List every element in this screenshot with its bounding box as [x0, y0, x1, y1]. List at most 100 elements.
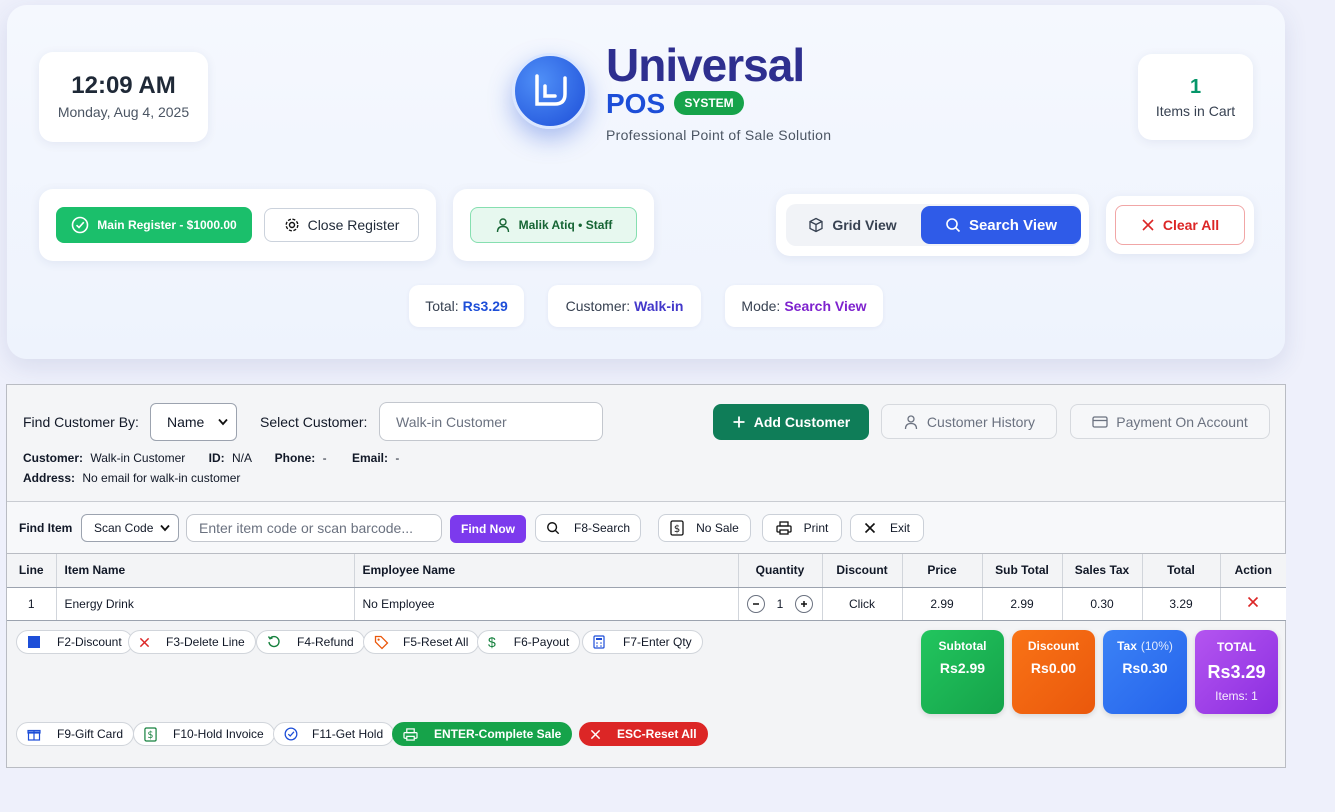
dollar-icon: $	[144, 726, 157, 742]
find-item-section: Find Item Scan Code Enter item code or s…	[7, 502, 1285, 554]
complete-sale-button[interactable]: ENTER-Complete Sale	[392, 722, 573, 746]
f3-delete-line-button[interactable]: F3-Delete Line	[128, 630, 256, 654]
svg-text:$: $	[674, 524, 680, 535]
customer-info-line: Customer: Walk-in Customer ID: N/A Phone…	[23, 451, 399, 465]
svg-text:$: $	[148, 730, 154, 741]
cell-employee[interactable]: No Employee	[354, 587, 739, 621]
customer-phone-value: -	[322, 451, 327, 465]
add-customer-button[interactable]: Add Customer	[713, 404, 869, 440]
cell-total: 3.29	[1142, 587, 1221, 621]
f11-get-hold-button[interactable]: F11-Get Hold	[273, 722, 395, 746]
col-price: Price	[902, 554, 983, 588]
search-icon	[946, 218, 961, 233]
increase-qty-button[interactable]	[795, 594, 814, 613]
status-customer: Customer: Walk-in	[548, 285, 701, 327]
f2-discount-button[interactable]: F2-Discount	[16, 630, 133, 654]
close-icon	[864, 522, 876, 534]
f2-discount-label: F2-Discount	[57, 635, 122, 649]
col-employee-name: Employee Name	[354, 554, 739, 588]
no-sale-button[interactable]: $ No Sale	[658, 514, 751, 542]
cell-price: 2.99	[902, 587, 983, 621]
status-customer-label: Customer:	[565, 298, 631, 314]
find-customer-by-value: Name	[167, 414, 205, 430]
close-register-button[interactable]: Close Register	[264, 208, 419, 242]
f4-refund-button[interactable]: F4-Refund	[256, 630, 365, 654]
main-register-button[interactable]: Main Register - $1000.00	[56, 207, 252, 243]
esc-reset-all-label: ESC-Reset All	[617, 727, 697, 741]
check-circle-icon	[284, 727, 298, 741]
f9-gift-card-button[interactable]: F9-Gift Card	[16, 722, 135, 746]
discount-label: Discount	[1027, 639, 1080, 653]
esc-reset-all-button[interactable]: ESC-Reset All	[579, 722, 708, 746]
clock-date: Monday, Aug 4, 2025	[57, 104, 190, 120]
f6-payout-label: F6-Payout	[513, 635, 570, 649]
subtotal-value: Rs2.99	[939, 660, 986, 676]
f10-hold-invoice-button[interactable]: $ F10-Hold Invoice	[133, 722, 275, 746]
user-icon	[496, 218, 509, 233]
staff-button[interactable]: Malik Atiq • Staff	[470, 207, 637, 243]
total-items: Items: 1	[1215, 689, 1258, 703]
user-icon	[904, 414, 918, 429]
f7-enter-qty-button[interactable]: F7-Enter Qty	[582, 630, 703, 654]
cell-item-name: Energy Drink	[56, 587, 355, 621]
register-card: Main Register - $1000.00 Close Register	[39, 189, 436, 261]
status-mode-value: Search View	[784, 298, 867, 314]
find-now-button[interactable]: Find Now	[450, 515, 526, 543]
search-view-button[interactable]: Search View	[921, 206, 1081, 244]
tax-value: Rs0.30	[1122, 660, 1168, 676]
sale-panel: Find Customer By: Name Select Customer: …	[6, 384, 1286, 768]
logo-icon	[512, 53, 588, 129]
view-toggle-card: Grid View Search View	[776, 194, 1089, 256]
exit-button[interactable]: Exit	[850, 514, 924, 542]
plus-icon	[801, 600, 808, 607]
dollar-icon: $	[488, 634, 496, 650]
tax-label: Tax	[1117, 639, 1137, 653]
customer-id-value: N/A	[231, 451, 252, 465]
find-item-mode-value: Scan Code	[94, 521, 154, 535]
customer-email-label: Email:	[352, 451, 389, 465]
select-customer-input[interactable]: Walk-in Customer	[379, 402, 603, 441]
search-view-label: Search View	[968, 216, 1058, 234]
discount-value: Rs0.00	[1030, 660, 1077, 676]
card-icon	[1092, 415, 1108, 428]
tag-icon	[374, 635, 389, 649]
print-button[interactable]: Print	[762, 514, 842, 542]
customer-history-button[interactable]: Customer History	[881, 404, 1057, 439]
grid-view-label: Grid View	[832, 217, 897, 233]
payment-on-account-button[interactable]: Payment On Account	[1070, 404, 1270, 439]
cell-tax: 0.30	[1062, 587, 1143, 621]
cell-action	[1220, 587, 1286, 621]
subtotal-label: Subtotal	[938, 639, 987, 653]
clear-all-button[interactable]: Clear All	[1115, 205, 1245, 245]
f8-search-button[interactable]: F8-Search	[535, 514, 641, 542]
gift-icon	[27, 729, 41, 741]
find-item-mode-select[interactable]: Scan Code	[81, 514, 179, 542]
f10-hold-invoice-label: F10-Hold Invoice	[173, 727, 264, 741]
cell-subtotal: 2.99	[982, 587, 1063, 621]
item-code-input[interactable]: Enter item code or scan barcode...	[186, 514, 442, 542]
close-register-label: Close Register	[307, 217, 400, 233]
f6-payout-button[interactable]: $ F6-Payout	[477, 630, 581, 654]
delete-line-icon[interactable]	[1247, 596, 1259, 608]
col-action: Action	[1220, 554, 1286, 588]
select-customer-label: Select Customer:	[260, 414, 368, 430]
check-circle-icon	[71, 216, 89, 234]
box-icon	[809, 217, 823, 233]
table-row[interactable]: 1 Energy Drink No Employee 1 Click 2.99 …	[7, 587, 1286, 621]
f5-reset-all-button[interactable]: F5-Reset All	[363, 630, 480, 654]
decrease-qty-button[interactable]	[746, 594, 765, 613]
status-mode-label: Mode:	[741, 298, 781, 314]
find-customer-by-select[interactable]: Name	[150, 403, 237, 441]
col-item-name: Item Name	[56, 554, 355, 588]
complete-sale-label: ENTER-Complete Sale	[434, 727, 562, 741]
find-customer-by-label: Find Customer By:	[23, 414, 139, 430]
cell-discount[interactable]: Click	[822, 587, 903, 621]
f5-reset-all-label: F5-Reset All	[403, 635, 469, 649]
cart-label: Items in Cart	[1155, 103, 1236, 119]
f3-delete-line-label: F3-Delete Line	[166, 635, 245, 649]
grid-view-button[interactable]: Grid View	[786, 206, 919, 244]
customer-address-line: Address: No email for walk-in customer	[23, 471, 240, 485]
customer-info-value: Walk-in Customer	[90, 451, 186, 465]
staff-card: Malik Atiq • Staff	[453, 189, 654, 261]
f4-refund-label: F4-Refund	[297, 635, 354, 649]
